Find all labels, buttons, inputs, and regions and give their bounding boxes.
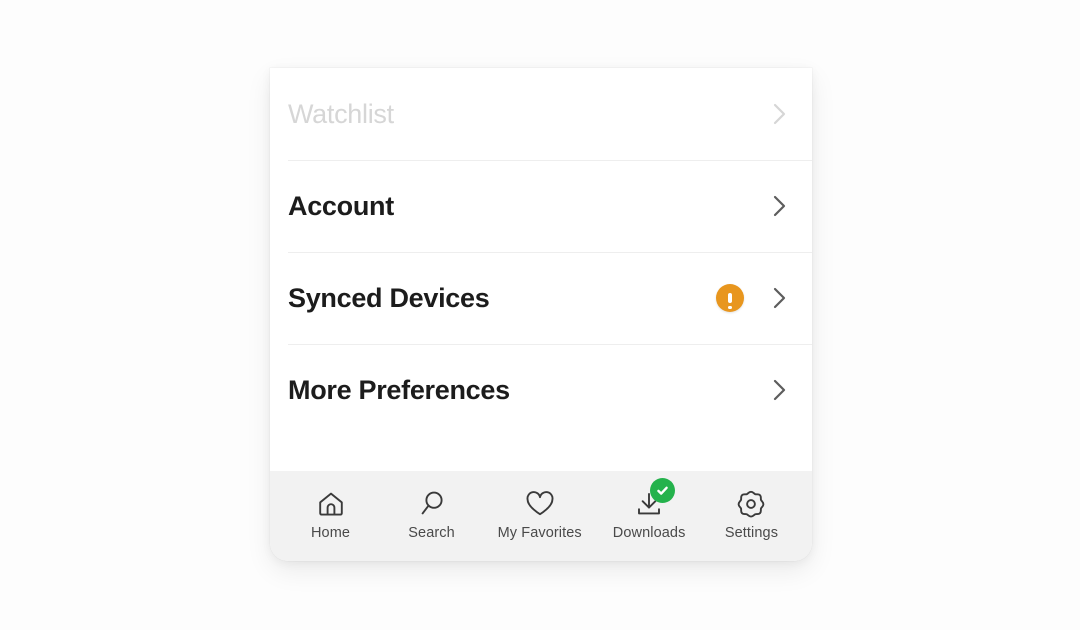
home-icon [314,488,348,520]
menu-row-label: More Preferences [288,374,510,405]
settings-menu-list: Watchlist Account Synced Devices More Pr… [270,68,812,471]
chevron-right-icon [772,376,788,404]
menu-row-label: Watchlist [288,98,394,129]
download-icon [632,477,676,520]
nav-item-label: Settings [724,524,779,541]
nav-item-label: Search [408,524,455,541]
search-icon [415,488,449,520]
exclamation-glyph [728,293,733,309]
menu-row-synced-devices[interactable]: Synced Devices [288,252,812,344]
alert-exclamation-icon [716,284,744,312]
chevron-right-icon [772,100,788,128]
gear-icon [734,488,768,520]
menu-row-label: Account [288,190,394,221]
chevron-right-icon [772,192,788,220]
menu-row-watchlist[interactable]: Watchlist [288,68,812,160]
menu-row-account[interactable]: Account [288,160,812,252]
menu-row-label: Synced Devices [288,282,490,313]
nav-item-search[interactable]: Search [397,488,467,541]
check-icon [650,477,676,503]
nav-item-label: Home [310,524,351,541]
nav-item-downloads[interactable]: Downloads [612,477,686,541]
settings-card: Watchlist Account Synced Devices More Pr… [270,68,812,561]
nav-item-my-favorites[interactable]: My Favorites [498,488,582,541]
nav-item-label: Downloads [612,524,686,541]
nav-item-label: My Favorites [497,524,582,541]
menu-row-more-preferences[interactable]: More Preferences [288,344,812,436]
chevron-right-icon [772,284,788,312]
nav-item-home[interactable]: Home [296,488,366,541]
heart-icon [523,488,557,520]
nav-item-settings[interactable]: Settings [716,488,786,541]
bottom-navigation-bar: Home Search My Favorites Downloads Setti… [270,471,812,561]
